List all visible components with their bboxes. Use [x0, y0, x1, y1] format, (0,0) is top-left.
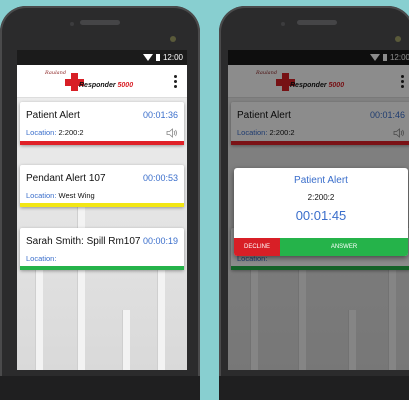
earpiece	[80, 20, 120, 25]
signal-icon	[142, 54, 153, 61]
right-phone: 12:00 Rauland Responder 5000 Patient Ale…	[219, 6, 409, 400]
sensor	[281, 22, 285, 26]
priority-stripe	[20, 266, 184, 270]
app-bar: Rauland Responder 5000	[17, 65, 187, 98]
alert-timer: 00:01:36	[142, 110, 178, 120]
bottom-bezel	[219, 376, 409, 400]
alert-timer: 00:00:19	[142, 236, 178, 246]
logo-number: 5000	[117, 82, 134, 89]
front-camera	[170, 36, 176, 42]
alert-card[interactable]: Pendant Alert 107 00:00:53 Location: Wes…	[20, 165, 184, 207]
front-camera	[395, 36, 401, 42]
alert-title: Pendant Alert 107	[26, 173, 106, 184]
earpiece	[296, 20, 337, 25]
location-label: Location:	[26, 191, 57, 200]
alert-card[interactable]: Sarah Smith: Spill Rm107 00:00:19 Locati…	[20, 228, 184, 270]
answer-button[interactable]: ANSWER	[280, 238, 408, 256]
decline-button[interactable]: DECLINE	[234, 238, 280, 256]
logo-word: Responder	[79, 82, 116, 89]
status-time: 12:00	[162, 53, 183, 62]
alert-location: Location: 2:200:2	[26, 128, 84, 137]
alert-location: Location: West Wing	[26, 191, 95, 200]
dialog-title: Patient Alert	[294, 175, 348, 186]
status-bar: 12:00	[17, 50, 187, 65]
alert-card[interactable]: Patient Alert 00:01:36 Location: 2:200:2	[20, 102, 184, 145]
logo-wordmark: Responder 5000	[79, 82, 133, 89]
location-label: Location:	[26, 254, 57, 263]
app-logo: Rauland Responder 5000	[45, 70, 133, 94]
sensor	[70, 22, 74, 26]
battery-icon	[155, 54, 160, 61]
left-phone: 12:00 Rauland Responder 5000 Patient Ale…	[0, 6, 200, 400]
location-label: Location:	[26, 128, 57, 137]
alert-title: Sarah Smith: Spill Rm107	[26, 236, 141, 247]
dialog-actions: DECLINE ANSWER	[234, 238, 408, 256]
location-value: 2:200:2	[58, 128, 84, 137]
bottom-bezel	[0, 376, 200, 400]
logo-script: Rauland	[45, 70, 67, 76]
dialog-timer: 00:01:45	[295, 208, 347, 223]
priority-stripe	[20, 203, 184, 207]
overflow-menu-icon[interactable]	[174, 75, 178, 88]
dialog-location: 2:200:2	[307, 193, 335, 202]
location-value: West Wing	[58, 191, 95, 200]
alert-timer: 00:00:53	[142, 173, 178, 183]
speaker-icon[interactable]	[166, 128, 178, 138]
alert-title: Patient Alert	[26, 110, 80, 121]
left-screen: 12:00 Rauland Responder 5000 Patient Ale…	[17, 50, 187, 370]
alert-location: Location:	[26, 254, 56, 263]
incoming-alert-dialog: Patient Alert 2:200:2 00:01:45 DECLINE A…	[234, 168, 408, 256]
right-screen: 12:00 Rauland Responder 5000 Patient Ale…	[228, 50, 409, 370]
priority-stripe	[20, 141, 184, 145]
